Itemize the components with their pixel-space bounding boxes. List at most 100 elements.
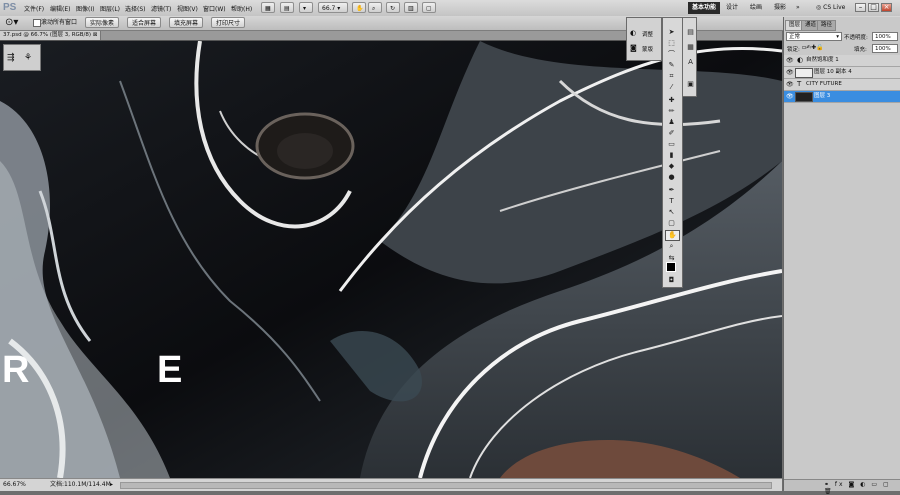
masks-icon[interactable]: ◙ (630, 44, 637, 52)
screen-mode-button[interactable]: ▢ (422, 2, 436, 13)
arrange-documents-button[interactable]: ▥ (404, 2, 418, 13)
zoom-level-value: 66.7 (322, 5, 336, 12)
status-zoom[interactable]: 66.67% (3, 479, 26, 491)
menu-layer[interactable]: 图层(L) (100, 4, 120, 13)
workspace-essentials[interactable]: 基本功能 (688, 2, 721, 14)
scroll-all-windows-checkbox[interactable] (33, 19, 41, 27)
adjustments-icon[interactable]: ◐ (630, 29, 636, 37)
menu-filter[interactable]: 滤镜(T) (151, 4, 171, 13)
adjustment-layer-icon: ◐ (797, 56, 804, 64)
masks-label[interactable]: 蒙版 (642, 45, 653, 53)
layer-name: 图层 10 副本 4 (814, 69, 852, 75)
panel-dock-icons: ▤ ▦ A ▣ (682, 17, 697, 97)
history-panel-icon[interactable]: ▤ (684, 28, 697, 37)
dodge-tool-icon[interactable]: ● (665, 173, 678, 182)
eye-icon[interactable]: 👁 (786, 57, 794, 64)
blend-mode-select[interactable]: 正常 ▾ (786, 32, 842, 41)
cs-live-button[interactable]: ◎ CS Live (812, 2, 849, 14)
adjustments-panel: ◐ 调整 ◙ 蒙版 (626, 17, 662, 61)
workspace-more[interactable]: » (792, 2, 804, 14)
rotate-view-button[interactable]: ↻ (386, 2, 400, 13)
status-doc-info[interactable]: 文档:110.1M/114.4M (50, 479, 111, 491)
lasso-tool-icon[interactable]: ⌒ (665, 50, 678, 59)
print-size-button[interactable]: 打印尺寸 (211, 17, 246, 28)
character-panel-icon[interactable]: A (684, 58, 697, 67)
eye-icon[interactable]: 👁 (786, 93, 794, 100)
fill-screen-button[interactable]: 填充屏幕 (169, 17, 204, 28)
eye-icon[interactable]: 👁 (786, 81, 794, 88)
menu-window[interactable]: 窗口(W) (203, 4, 226, 13)
eyedropper-tool-icon[interactable]: ⁄ (665, 83, 678, 92)
brush-tool-icon[interactable]: ✏ (665, 107, 678, 116)
zoom-tool-button[interactable]: ⌕ (368, 2, 382, 13)
tab-close-icon[interactable]: ⊠ (93, 32, 98, 38)
minimize-icon[interactable]: – (855, 3, 866, 12)
maximize-icon[interactable]: □ (868, 3, 879, 12)
workspace-photography[interactable]: 摄影 (770, 2, 790, 14)
quick-select-tool-icon[interactable]: ✎ (665, 61, 678, 70)
hand-tool-icon[interactable]: ✋ (665, 230, 680, 241)
horizontal-scrollbar[interactable] (120, 482, 772, 489)
menu-select[interactable]: 选择(S) (125, 4, 146, 13)
gradient-tool-icon[interactable]: ▮ (665, 151, 678, 160)
layers-panel: 图层 通道 路径 正常 ▾ 不透明度: 100% 锁定: ▫✍✚🔒 填充: 100… (783, 17, 900, 495)
blend-mode-value: 正常 (789, 34, 801, 40)
menu-file[interactable]: 文件(F) (24, 4, 44, 13)
clone-stamp-tool-icon[interactable]: ♟ (665, 118, 678, 127)
status-arrow-icon[interactable]: ▸ (110, 481, 113, 489)
zoom-tool-icon[interactable]: ⌕ (665, 242, 678, 251)
status-bar: 66.67% 文档:110.1M/114.4M ▸ (0, 478, 782, 491)
lock-label: 锁定: (787, 47, 800, 53)
actual-pixels-button[interactable]: 实际像素 (85, 17, 120, 28)
eye-icon[interactable]: 👁 (786, 69, 794, 76)
opacity-input[interactable]: 100% (872, 32, 898, 41)
history-brush-tool-icon[interactable]: ✐ (665, 129, 678, 138)
fit-screen-button[interactable]: 适合屏幕 (127, 17, 162, 28)
navigator-panel-icon[interactable]: ▣ (684, 80, 697, 89)
bridge-button[interactable]: ▦ (261, 2, 275, 13)
zoom-level-dropdown[interactable]: 66.7 ▾ (318, 2, 348, 13)
shape-tool-icon[interactable]: ▢ (665, 219, 678, 228)
pen-tool-icon[interactable]: ✒ (665, 186, 678, 195)
path-select-tool-icon[interactable]: ↖ (665, 208, 678, 217)
clone-source-icon[interactable]: ⚘ (24, 53, 32, 63)
brush-presets-icon[interactable]: ⇶ (7, 53, 15, 63)
menu-bar: PS 文件(F) 编辑(E) 图像(I) 图层(L) 选择(S) 滤镜(T) 视… (0, 0, 900, 17)
workspace-design[interactable]: 设计 (722, 2, 742, 14)
hand-tool-button[interactable]: ✋ (352, 2, 366, 13)
workspace-painting[interactable]: 绘画 (746, 2, 766, 14)
layer-name: 图层 3 (814, 93, 831, 99)
layer-row-layer-10-copy-4[interactable]: 👁 图层 10 副本 4 (784, 67, 900, 79)
menu-view[interactable]: 视图(V) (177, 4, 198, 13)
mini-bridge-button[interactable]: ▤ (280, 2, 294, 13)
crop-tool-icon[interactable]: ⌗ (665, 72, 678, 81)
foreground-color-swatch[interactable] (666, 262, 676, 272)
layer-row-city-future[interactable]: 👁 T CITY FUTURE (784, 79, 900, 91)
menu-image[interactable]: 图像(I) (76, 4, 94, 13)
layers-footer: ⚭ fx ◙ ◐ ▭ ▢ 🗑 (784, 479, 900, 495)
quick-mask-icon[interactable]: ◘ (665, 276, 678, 285)
blur-tool-icon[interactable]: ◆ (665, 162, 678, 171)
swatches-panel-icon[interactable]: ▦ (684, 43, 697, 52)
fill-input[interactable]: 100% (872, 44, 898, 53)
lock-icons[interactable]: ▫✍✚🔒 (802, 44, 824, 51)
tab-paths[interactable]: 路径 (817, 20, 837, 31)
close-icon[interactable]: × (881, 3, 892, 12)
zoom-tool-preset-icon[interactable]: ⊙▾ (5, 17, 18, 29)
layer-name: CITY FUTURE (806, 81, 842, 87)
adjustments-label[interactable]: 调整 (642, 30, 653, 38)
toolbox: ➤ ⬚ ⌒ ✎ ⌗ ⁄ ✚ ✏ ♟ ✐ ▭ ▮ ◆ ● ✒ T ↖ ▢ ✋ ⌕ … (662, 17, 683, 288)
marquee-tool-icon[interactable]: ⬚ (665, 39, 678, 48)
eraser-tool-icon[interactable]: ▭ (665, 140, 678, 149)
move-tool-icon[interactable]: ➤ (665, 28, 678, 37)
menu-edit[interactable]: 编辑(E) (50, 4, 70, 13)
layer-row-layer-3[interactable]: 👁 图层 3 (784, 91, 900, 103)
document-tab[interactable]: 37.psd @ 66.7% (图层 3, RGB/8) ⊠ (0, 31, 102, 40)
menu-help[interactable]: 帮助(H) (231, 4, 252, 13)
layer-row-vibrance[interactable]: 👁 ◐ 自然饱和度 1 (784, 55, 900, 67)
healing-brush-tool-icon[interactable]: ✚ (665, 96, 678, 105)
view-extras-button[interactable]: ▾ (299, 2, 313, 13)
fill-label: 填充: (854, 47, 867, 53)
layer-actions-icons[interactable]: ⚭ fx ◙ ◐ ▭ ▢ 🗑 (824, 481, 900, 495)
type-tool-icon[interactable]: T (665, 197, 678, 206)
